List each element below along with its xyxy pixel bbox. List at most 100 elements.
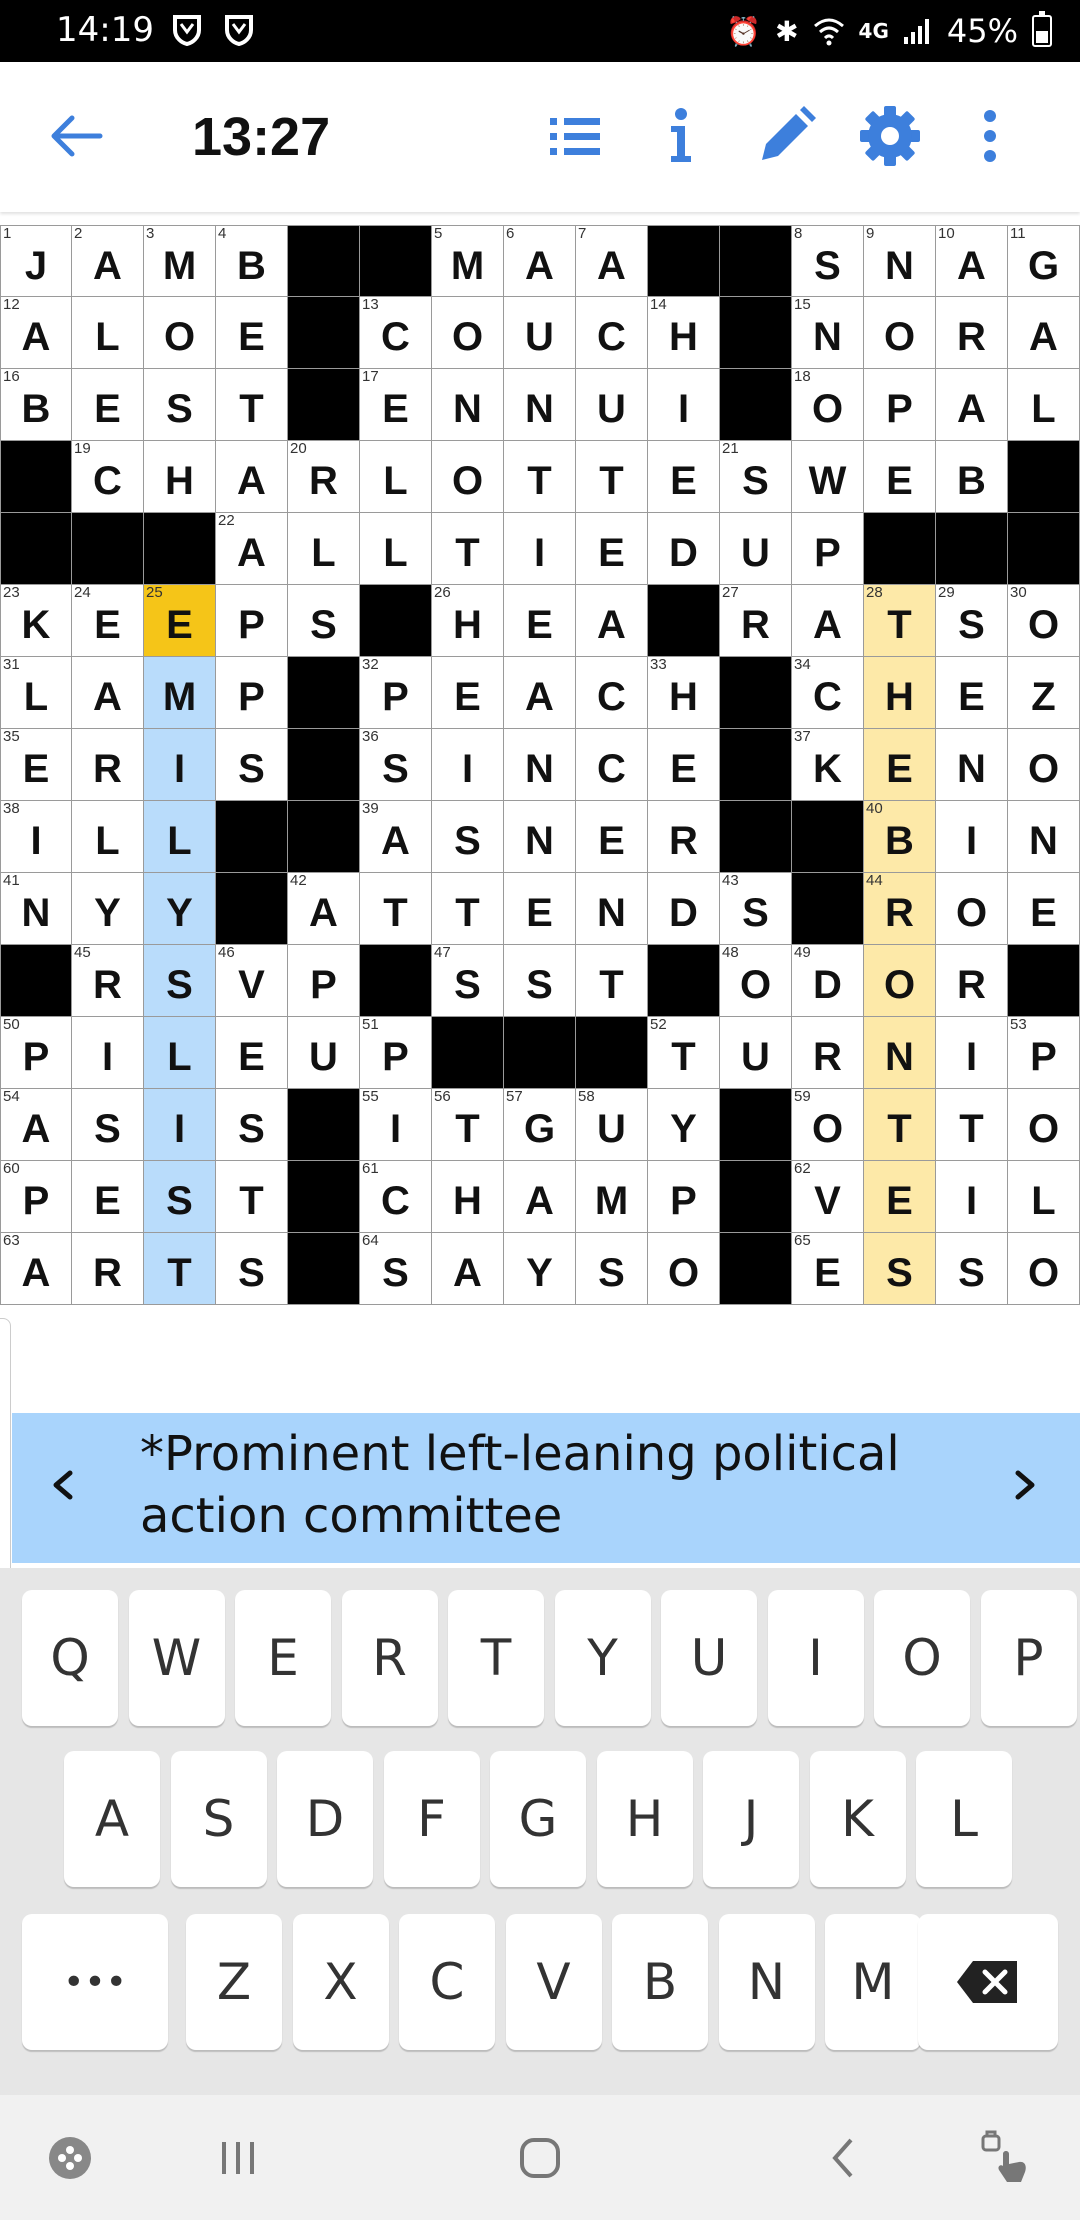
grid-cell[interactable]: S	[216, 729, 288, 801]
grid-cell[interactable]: I	[72, 1017, 144, 1089]
grid-cell[interactable]: 19 C	[72, 441, 144, 513]
grid-cell[interactable]: T	[432, 873, 504, 945]
grid-cell[interactable]: 27 R	[720, 585, 792, 657]
gear-icon[interactable]	[855, 100, 925, 172]
grid-cell[interactable]: I	[936, 801, 1008, 873]
grid-cell[interactable]: L	[360, 513, 432, 585]
grid-cell[interactable]: S	[576, 1233, 648, 1305]
home-icon[interactable]	[505, 2123, 575, 2193]
grid-cell[interactable]: 59 O	[792, 1089, 864, 1161]
key-k[interactable]: K	[809, 1751, 906, 1887]
grid-cell[interactable]: Y	[504, 1233, 576, 1305]
key-z[interactable]: Z	[186, 1914, 282, 2050]
backspace-key[interactable]	[918, 1914, 1058, 2050]
back-arrow-icon[interactable]	[42, 106, 112, 166]
grid-cell[interactable]: L	[144, 801, 216, 873]
grid-cell[interactable]: 28 T	[864, 585, 936, 657]
pencil-icon[interactable]	[750, 100, 820, 172]
grid-cell[interactable]: I	[504, 513, 576, 585]
grid-cell[interactable]: P	[288, 945, 360, 1017]
grid-cell[interactable]: 57 G	[504, 1089, 576, 1161]
grid-cell[interactable]: L	[288, 513, 360, 585]
grid-cell[interactable]: 37 K	[792, 729, 864, 801]
grid-cell[interactable]: 39 A	[360, 801, 432, 873]
grid-cell[interactable]: R	[936, 945, 1008, 1017]
grid-cell[interactable]: A	[504, 657, 576, 729]
grid-cell[interactable]: E	[432, 657, 504, 729]
grid-cell[interactable]: S	[504, 945, 576, 1017]
grid-cell[interactable]: I	[648, 369, 720, 441]
grid-cell[interactable]: M	[576, 1161, 648, 1233]
grid-cell[interactable]: E	[936, 657, 1008, 729]
grid-cell[interactable]: 6A	[504, 225, 576, 297]
more-key[interactable]: •••	[22, 1914, 168, 2050]
grid-cell[interactable]: S	[216, 1233, 288, 1305]
grid-cell[interactable]: 44 R	[864, 873, 936, 945]
grid-cell[interactable]: E	[576, 801, 648, 873]
grid-cell[interactable]: E	[216, 1017, 288, 1089]
grid-cell[interactable]: S	[432, 801, 504, 873]
key-h[interactable]: H	[596, 1751, 693, 1887]
grid-cell[interactable]: 17 E	[360, 369, 432, 441]
grid-cell[interactable]: A	[216, 441, 288, 513]
grid-cell[interactable]: 8S	[792, 225, 864, 297]
grid-cell[interactable]: E	[648, 441, 720, 513]
grid-cell[interactable]: 46 V	[216, 945, 288, 1017]
grid-cell[interactable]: 61 C	[360, 1161, 432, 1233]
grid-cell[interactable]: H	[432, 1161, 504, 1233]
grid-cell[interactable]: E	[648, 729, 720, 801]
grid-cell[interactable]: O	[1008, 729, 1080, 801]
grid-cell[interactable]: 45 R	[72, 945, 144, 1017]
game-icon[interactable]	[35, 2123, 105, 2193]
grid-cell[interactable]: A	[936, 369, 1008, 441]
grid-cell[interactable]: A	[72, 657, 144, 729]
grid-cell[interactable]: 23 K	[0, 585, 72, 657]
grid-cell[interactable]: T	[936, 1089, 1008, 1161]
grid-cell[interactable]: P	[792, 513, 864, 585]
key-a[interactable]: A	[64, 1751, 160, 1887]
grid-cell[interactable]: 35 E	[0, 729, 72, 801]
grid-cell[interactable]: S	[216, 1089, 288, 1161]
grid-cell[interactable]: Z	[1008, 657, 1080, 729]
grid-cell[interactable]: B	[936, 441, 1008, 513]
grid-cell[interactable]: 1J	[0, 225, 72, 297]
chevron-left-icon[interactable]	[42, 1455, 82, 1515]
key-p[interactable]: P	[980, 1590, 1077, 1726]
grid-cell[interactable]: C	[576, 657, 648, 729]
grid-cell[interactable]: A	[792, 585, 864, 657]
key-s[interactable]: S	[170, 1751, 267, 1887]
grid-cell[interactable]: O	[1008, 1233, 1080, 1305]
grid-cell[interactable]: D	[648, 873, 720, 945]
grid-cell[interactable]: O	[432, 297, 504, 369]
grid-cell[interactable]: 36 S	[360, 729, 432, 801]
grid-cell[interactable]: 20 R	[288, 441, 360, 513]
grid-cell[interactable]: E	[72, 1161, 144, 1233]
grid-cell[interactable]: O	[1008, 1089, 1080, 1161]
grid-cell[interactable]: I	[432, 729, 504, 801]
grid-cell[interactable]: 48 O	[720, 945, 792, 1017]
key-q[interactable]: Q	[22, 1590, 118, 1726]
grid-cell[interactable]: 16 B	[0, 369, 72, 441]
grid-cell[interactable]: 12 A	[0, 297, 72, 369]
key-l[interactable]: L	[916, 1751, 1012, 1887]
grid-cell[interactable]: L	[72, 801, 144, 873]
key-y[interactable]: Y	[554, 1590, 651, 1726]
grid-cell[interactable]: E	[504, 873, 576, 945]
key-e[interactable]: E	[235, 1590, 331, 1726]
grid-cell[interactable]: N	[576, 873, 648, 945]
grid-cell[interactable]: 15 N	[792, 297, 864, 369]
grid-cell[interactable]: 64 S	[360, 1233, 432, 1305]
grid-cell[interactable]: S	[144, 369, 216, 441]
grid-cell[interactable]: H	[864, 657, 936, 729]
grid-cell[interactable]: I	[936, 1017, 1008, 1089]
key-c[interactable]: C	[399, 1914, 495, 2050]
grid-cell[interactable]: N	[864, 1017, 936, 1089]
grid-cell[interactable]: E	[864, 1161, 936, 1233]
key-x[interactable]: X	[292, 1914, 389, 2050]
grid-cell[interactable]: U	[576, 369, 648, 441]
grid-cell[interactable]: I	[936, 1161, 1008, 1233]
key-f[interactable]: F	[383, 1751, 480, 1887]
grid-cell[interactable]: T	[504, 441, 576, 513]
key-d[interactable]: D	[277, 1751, 373, 1887]
grid-cell[interactable]: C	[576, 729, 648, 801]
